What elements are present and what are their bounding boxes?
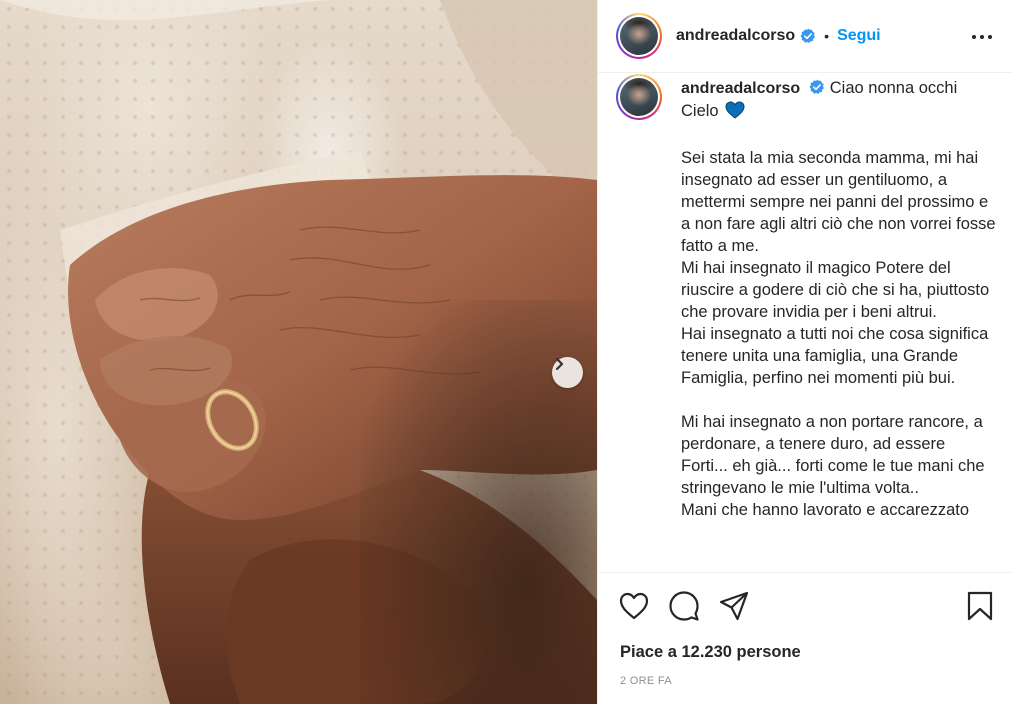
- verified-badge-icon: [800, 28, 816, 44]
- comment-icon[interactable]: [668, 590, 700, 622]
- bookmark-icon[interactable]: [964, 590, 996, 622]
- hands-illustration: [0, 0, 597, 704]
- caption-author-avatar[interactable]: [616, 74, 662, 120]
- author-avatar[interactable]: [616, 13, 662, 59]
- post-photo[interactable]: [0, 0, 597, 704]
- comments-area[interactable]: andreadalcorso Ciao nonna occhi Cielo Se…: [598, 74, 1012, 571]
- caption-username[interactable]: andreadalcorso: [681, 80, 800, 97]
- verified-badge-icon: [809, 79, 825, 95]
- chevron-right-icon: [555, 357, 564, 371]
- more-options-icon[interactable]: [972, 27, 992, 47]
- caption-paragraph: Mi hai insegnato il magico Potere del ri…: [681, 259, 990, 321]
- avatar-photo: [620, 78, 658, 116]
- caption: andreadalcorso Ciao nonna occhi Cielo Se…: [598, 74, 1012, 521]
- separator-dot: •: [824, 28, 830, 44]
- heart-icon[interactable]: [618, 590, 650, 622]
- post-actions: Piace a 12.230 persone 2 ORE FA: [598, 572, 1012, 704]
- post-header: andreadalcorso • Segui: [598, 0, 1012, 73]
- next-photo-button[interactable]: [552, 357, 583, 388]
- caption-paragraph: Sei stata la mia seconda mamma, mi hai i…: [681, 149, 996, 255]
- post-sidebar: andreadalcorso • Segui andreadalcorso Ci…: [597, 0, 1012, 704]
- caption-text: andreadalcorso Ciao nonna occhi Cielo Se…: [681, 77, 996, 521]
- caption-paragraph: Hai insegnato a tutti noi che cosa signi…: [681, 325, 989, 387]
- post-timestamp[interactable]: 2 ORE FA: [620, 675, 672, 687]
- caption-paragraph: Mi hai insegnato a non portare rancore, …: [681, 413, 985, 497]
- blue-heart-emoji-icon: [725, 101, 745, 125]
- author-username[interactable]: andreadalcorso: [676, 27, 795, 45]
- likes-count[interactable]: Piace a 12.230 persone: [620, 643, 801, 662]
- caption-paragraph: Mani che hanno lavorato e accarezzato: [681, 501, 970, 519]
- share-icon[interactable]: [718, 590, 750, 622]
- follow-button[interactable]: Segui: [837, 27, 881, 45]
- avatar-photo: [620, 17, 658, 55]
